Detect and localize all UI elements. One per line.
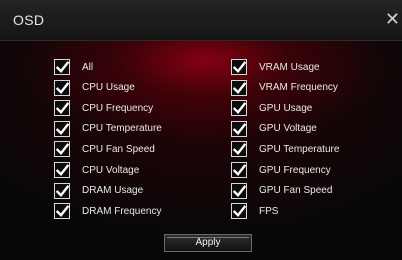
checkbox-cpu-temperature[interactable] <box>54 120 70 137</box>
option-label: GPU Temperature <box>259 143 340 155</box>
option-label: GPU Voltage <box>259 123 317 135</box>
checkbox-cpu-frequency[interactable] <box>54 100 70 117</box>
option-label: All <box>82 61 94 73</box>
checkmark-icon <box>56 122 69 135</box>
option-gpu-fan-speed[interactable]: GPU Fan Speed <box>231 182 332 200</box>
option-label: FPS <box>259 205 279 217</box>
option-cpu-temperature[interactable]: CPU Temperature <box>54 120 162 138</box>
checkmark-icon <box>56 61 69 73</box>
checkbox-gpu-usage[interactable] <box>231 100 247 117</box>
option-label: VRAM Usage <box>259 61 320 73</box>
checkmark-icon <box>56 81 69 94</box>
option-gpu-voltage[interactable]: GPU Voltage <box>231 120 317 138</box>
apply-button-label: Apply <box>195 237 221 248</box>
checkmark-icon <box>233 122 246 135</box>
checkmark-icon <box>233 61 246 73</box>
option-label: DRAM Frequency <box>82 205 162 217</box>
option-cpu-voltage[interactable]: CPU Voltage <box>54 161 139 179</box>
checkbox-gpu-voltage[interactable] <box>231 120 247 137</box>
checkbox-gpu-fan-speed[interactable] <box>231 182 247 199</box>
checkbox-all[interactable] <box>54 59 70 75</box>
close-icon[interactable]: ✕ <box>385 9 400 30</box>
option-cpu-usage[interactable]: CPU Usage <box>54 79 135 97</box>
checkmark-icon <box>233 143 246 156</box>
checkbox-dram-usage[interactable] <box>54 182 70 199</box>
checkmark-icon <box>233 164 246 176</box>
checkmark-icon <box>56 102 69 115</box>
option-fps[interactable]: FPS <box>231 202 278 220</box>
option-label: GPU Usage <box>259 102 313 114</box>
option-vram-frequency[interactable]: VRAM Frequency <box>231 79 338 97</box>
option-dram-usage[interactable]: DRAM Usage <box>54 182 143 200</box>
checkmark-icon <box>233 102 246 115</box>
option-label: GPU Fan Speed <box>259 185 333 197</box>
checkbox-cpu-usage[interactable] <box>54 79 70 96</box>
checkmark-icon <box>233 205 246 218</box>
checkmark-icon <box>56 143 69 156</box>
checkmark-icon <box>233 81 246 94</box>
option-cpu-frequency[interactable]: CPU Frequency <box>54 99 153 117</box>
option-gpu-temperature[interactable]: GPU Temperature <box>231 140 339 158</box>
checkbox-gpu-temperature[interactable] <box>231 141 247 158</box>
checkbox-cpu-fan-speed[interactable] <box>54 141 70 158</box>
option-label: VRAM Frequency <box>259 82 338 94</box>
checkbox-vram-frequency[interactable] <box>231 79 247 96</box>
option-label: CPU Usage <box>82 82 135 94</box>
osd-dialog: OSD ✕ All CPU Usage CPU Frequency CPU Tempe… <box>0 0 402 260</box>
checkmark-icon <box>56 164 69 176</box>
checkmark-icon <box>233 184 246 197</box>
option-cpu-fan-speed[interactable]: CPU Fan Speed <box>54 140 155 158</box>
apply-button[interactable]: Apply <box>164 234 252 252</box>
checkmark-icon <box>56 184 69 197</box>
option-gpu-frequency[interactable]: GPU Frequency <box>231 161 331 179</box>
option-label: CPU Frequency <box>82 102 154 114</box>
checkbox-cpu-voltage[interactable] <box>54 162 70 178</box>
option-label: DRAM Usage <box>82 185 144 197</box>
title-bar: OSD ✕ <box>0 0 402 41</box>
option-label: CPU Temperature <box>82 123 162 135</box>
option-dram-frequency[interactable]: DRAM Frequency <box>54 202 161 220</box>
option-all[interactable]: All <box>54 58 93 76</box>
apply-button-highlight <box>167 237 249 238</box>
option-gpu-usage[interactable]: GPU Usage <box>231 99 312 117</box>
option-label: CPU Fan Speed <box>82 143 155 155</box>
window-title: OSD <box>13 12 45 28</box>
checkbox-vram-usage[interactable] <box>231 59 247 75</box>
checkbox-fps[interactable] <box>231 203 247 220</box>
checkbox-gpu-frequency[interactable] <box>231 162 247 178</box>
checkbox-dram-frequency[interactable] <box>54 203 70 220</box>
option-vram-usage[interactable]: VRAM Usage <box>231 58 320 76</box>
checkmark-icon <box>56 205 69 218</box>
option-label: GPU Frequency <box>259 164 331 176</box>
option-label: CPU Voltage <box>82 164 140 176</box>
